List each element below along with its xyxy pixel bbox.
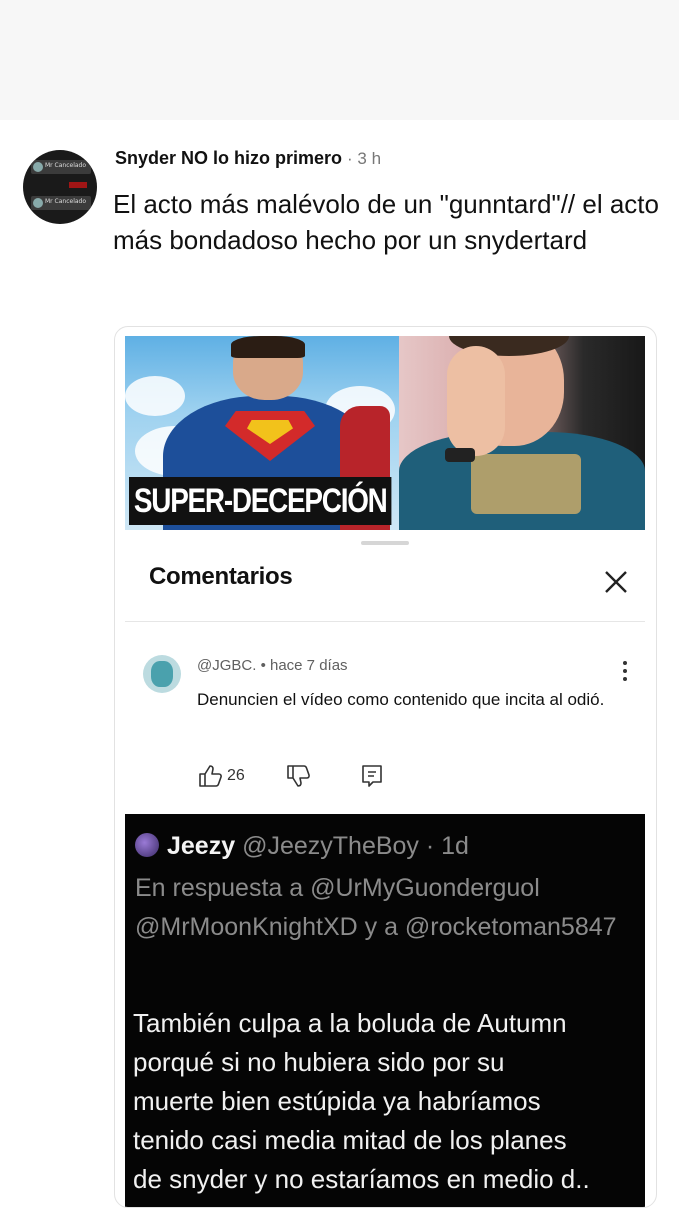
avatar-label: Mr Cancelado: [45, 162, 87, 169]
post-header: Snyder NO lo hizo primero · 3 h: [115, 148, 381, 169]
tweet-handle: @JeezyTheBoy · 1d: [242, 832, 469, 860]
comment-meta: @JGBC. • hace 7 días: [197, 657, 348, 674]
author-name[interactable]: Snyder NO lo hizo primero: [115, 148, 342, 168]
tweet-avatar: [135, 833, 159, 858]
tweet-line: muerte bien estúpida ya habríamos: [133, 1086, 541, 1116]
tweet-header: Jeezy @JeezyTheBoy · 1d: [135, 832, 469, 861]
thumbnail-right-panel: [399, 336, 645, 530]
reply-icon[interactable]: [359, 763, 385, 789]
facepalm-hand: [447, 346, 505, 456]
tweet-line: También culpa a la boluda de Autumn: [133, 1008, 567, 1038]
tweet-line: de snyder y no estaríamos en medio d..: [133, 1164, 590, 1194]
post-image[interactable]: SUPER-DECEPCIÓN Comentarios @JGBC. • hac…: [114, 326, 657, 1208]
dislike-icon[interactable]: [285, 763, 311, 789]
post: Mr Cancelado Mr Cancelado Snyder NO lo h…: [0, 120, 679, 1208]
comments-title: Comentarios: [149, 563, 293, 590]
top-bar: [0, 0, 679, 120]
thumbnail-left-panel: SUPER-DECEPCIÓN: [125, 336, 399, 530]
tweet-name: Jeezy: [167, 832, 236, 860]
divider: [125, 621, 645, 622]
post-time: · 3 h: [347, 149, 382, 168]
avatar-label: Mr Cancelado: [45, 198, 87, 205]
more-options-icon[interactable]: [619, 659, 631, 683]
tweet-body: También culpa a la boluda de Autumn porq…: [133, 1004, 645, 1199]
tweet-reply-to: En respuesta a @UrMyGuonderguol @MrMoonK…: [135, 874, 617, 941]
comments-sheet: Comentarios @JGBC. • hace 7 días Denunci…: [125, 533, 645, 803]
video-thumbnail: SUPER-DECEPCIÓN: [125, 336, 645, 530]
drag-handle[interactable]: [361, 541, 409, 545]
commenter-avatar[interactable]: [143, 655, 181, 693]
close-icon[interactable]: [601, 567, 631, 597]
like-count: 26: [227, 767, 245, 784]
avatar-row: Mr Cancelado: [31, 160, 91, 174]
tweet-screenshot: Jeezy @JeezyTheBoy · 1d En respuesta a @…: [125, 814, 645, 1207]
tweet-line: porqué si no hubiera sido por su: [133, 1047, 505, 1077]
thumbnail-caption: SUPER-DECEPCIÓN: [129, 477, 392, 525]
post-text: El acto más malévolo de un "gunntard"// …: [113, 189, 659, 255]
tweet-line: tenido casi media mitad de los planes: [133, 1125, 567, 1155]
like-icon[interactable]: [197, 763, 223, 789]
comment-text: Denuncien el vídeo como contenido que in…: [197, 690, 605, 709]
avatar-red-mark: [69, 182, 87, 188]
watch-icon: [445, 448, 475, 462]
author-avatar[interactable]: Mr Cancelado Mr Cancelado: [23, 150, 97, 224]
avatar-row: Mr Cancelado: [31, 196, 91, 210]
